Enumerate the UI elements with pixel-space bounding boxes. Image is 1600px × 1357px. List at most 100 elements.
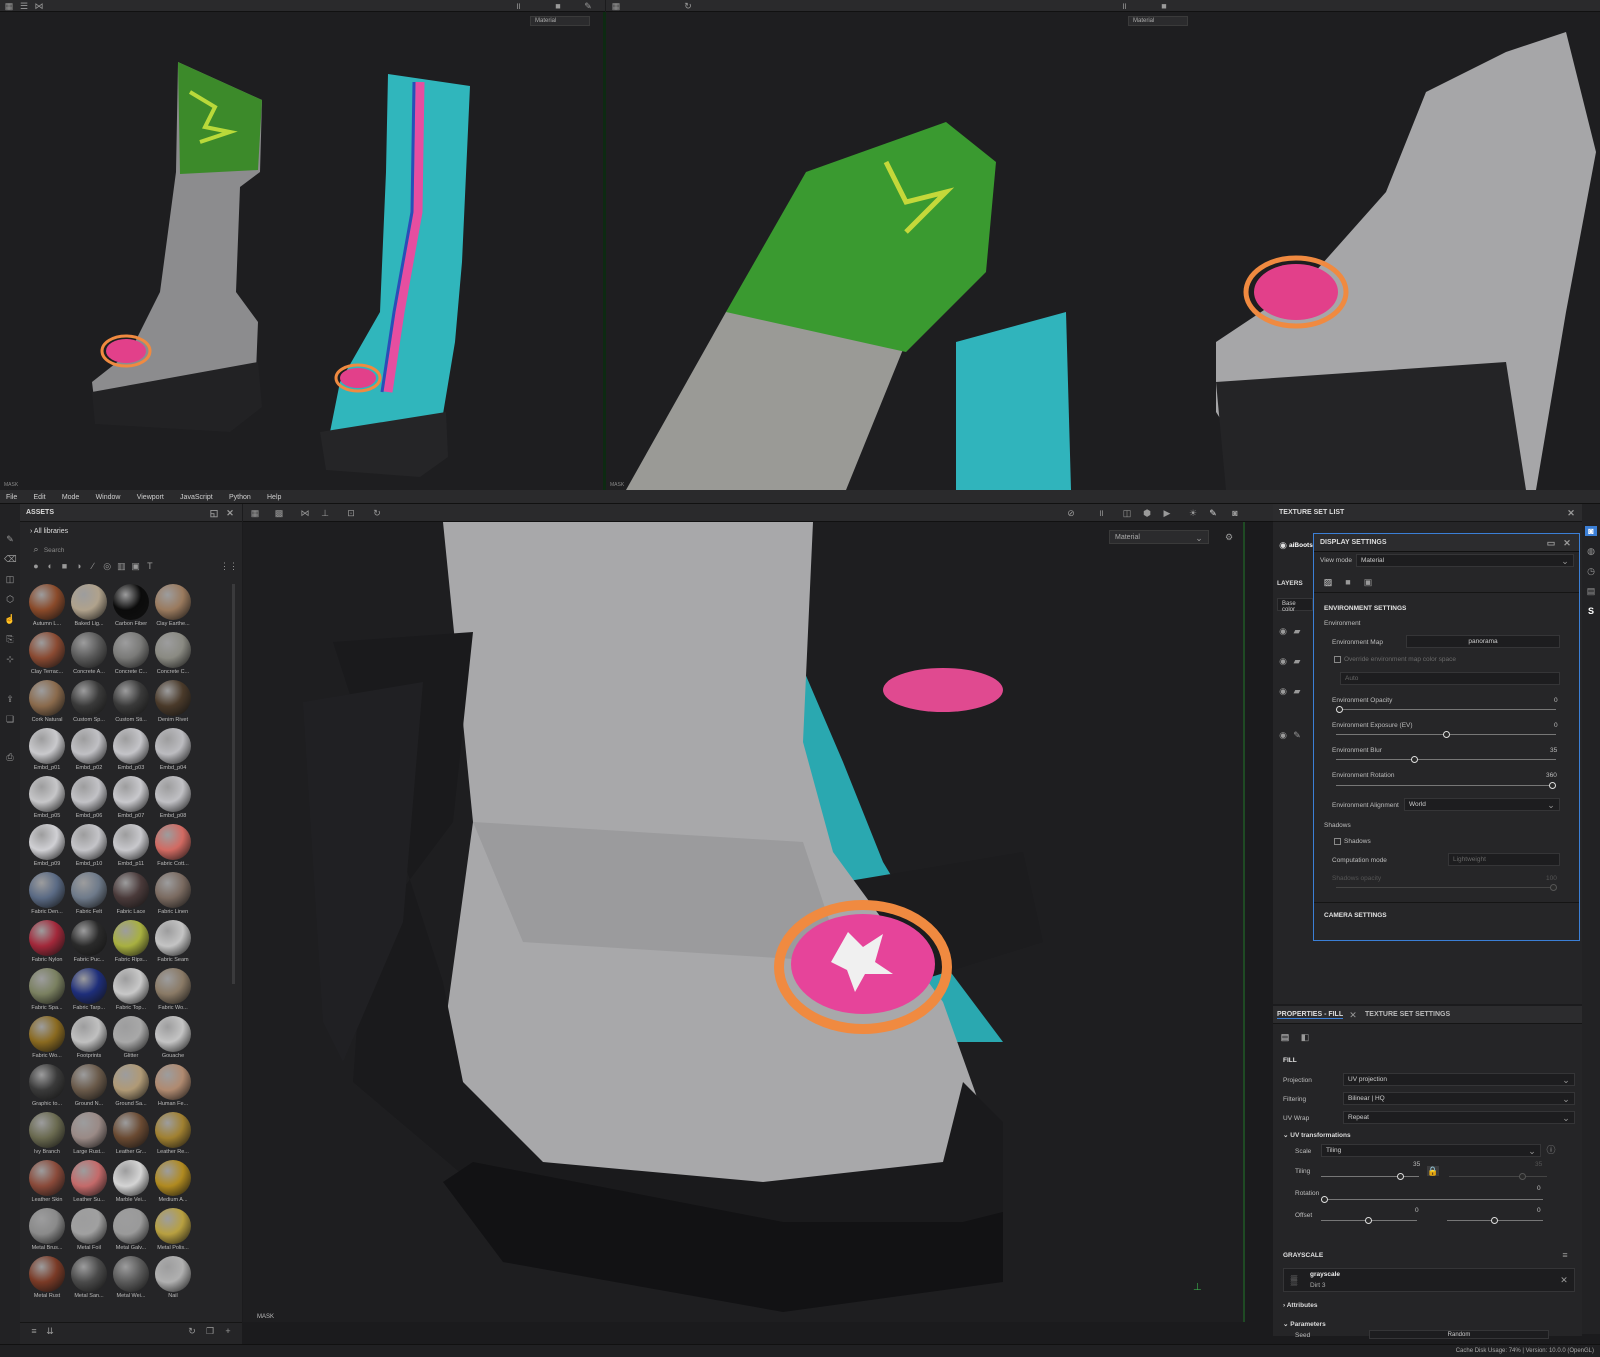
import-icon[interactable]: ⇊ — [44, 1326, 56, 1336]
menu-python[interactable]: Python — [229, 494, 251, 501]
asset-thumbnail[interactable] — [71, 1256, 107, 1292]
filtering-select[interactable]: Bilinear | HQ ⌄ — [1343, 1092, 1575, 1105]
light-icon[interactable]: ☀ — [1187, 508, 1199, 518]
symmetry-icon[interactable]: ⋈ — [33, 1, 45, 11]
brush-filter-icon[interactable]: ∕ — [87, 561, 99, 571]
picker-icon[interactable]: ⊹ — [4, 654, 16, 664]
seed-button[interactable]: Random — [1369, 1330, 1549, 1339]
asset-thumbnail[interactable] — [155, 1160, 191, 1196]
projection-icon[interactable]: ◫ — [4, 574, 16, 584]
viewport-top-right[interactable]: Material MASK — [606, 12, 1600, 490]
info-icon[interactable]: ⓘ — [1545, 1145, 1557, 1155]
asset-thumbnail[interactable] — [71, 824, 107, 860]
slider-knob[interactable] — [1321, 1196, 1328, 1203]
alpha-filter-icon[interactable]: ▥ — [115, 561, 127, 571]
asset-thumbnail[interactable] — [113, 1016, 149, 1052]
slider-knob[interactable] — [1491, 1217, 1498, 1224]
asset-thumbnail[interactable] — [71, 728, 107, 764]
clone-icon[interactable]: ⎘ — [4, 634, 16, 644]
pause-icon[interactable]: ॥ — [512, 1, 524, 11]
menu-edit[interactable]: Edit — [34, 494, 46, 501]
refresh-icon[interactable]: ↻ — [186, 1326, 198, 1336]
slider-knob[interactable] — [1549, 782, 1556, 789]
channel-select[interactable]: Base color — [1277, 598, 1313, 613]
substance-icon[interactable]: S — [1585, 606, 1597, 616]
texture-set-item[interactable]: aiBoots — [1289, 542, 1313, 549]
asset-thumbnail[interactable] — [29, 680, 65, 716]
material-filter-icon[interactable]: ● — [30, 561, 42, 571]
slider-knob[interactable] — [1442, 731, 1450, 738]
asset-thumbnail[interactable] — [113, 1160, 149, 1196]
paint-brush-icon[interactable]: ✎ — [4, 534, 16, 544]
video-camera-icon[interactable]: ▶ — [1161, 508, 1173, 518]
menu-mode[interactable]: Mode — [62, 494, 80, 501]
hide-icon[interactable]: ⊘ — [1065, 508, 1077, 518]
slider-knob[interactable] — [1550, 884, 1557, 891]
asset-thumbnail[interactable] — [155, 824, 191, 860]
override-colorspace-checkbox[interactable] — [1334, 656, 1341, 663]
asset-thumbnail[interactable] — [29, 968, 65, 1004]
maximize-icon[interactable]: ◱ — [208, 508, 220, 518]
environment-map-field[interactable]: panorama — [1406, 635, 1560, 648]
history-icon[interactable]: ↻ — [371, 508, 383, 518]
asset-thumbnail[interactable] — [155, 680, 191, 716]
center-icon[interactable]: ⊥ — [319, 508, 331, 518]
asset-thumbnail[interactable] — [113, 1256, 149, 1292]
asset-thumbnail[interactable] — [29, 1256, 65, 1292]
brush-icon[interactable]: ✎ — [1291, 730, 1303, 740]
close-icon[interactable]: ✕ — [1347, 1010, 1359, 1020]
asset-thumbnail[interactable] — [155, 1112, 191, 1148]
asset-thumbnail[interactable] — [29, 776, 65, 812]
export-icon[interactable]: ⎙ — [4, 752, 16, 762]
layer-icon[interactable]: ❏ — [4, 714, 16, 724]
asset-thumbnail[interactable] — [113, 920, 149, 956]
asset-thumbnail[interactable] — [71, 632, 107, 668]
particle-filter-icon[interactable]: ◎ — [101, 561, 113, 571]
asset-thumbnail[interactable] — [155, 968, 191, 1004]
asset-thumbnail[interactable] — [155, 1064, 191, 1100]
texture-filter-icon[interactable]: ▣ — [130, 561, 142, 571]
menu-window[interactable]: Window — [96, 494, 121, 501]
mask-mode-icon[interactable]: ◧ — [1299, 1032, 1311, 1042]
eye-icon[interactable]: ◉ — [1277, 626, 1289, 636]
rotation-slider[interactable] — [1321, 1196, 1543, 1203]
asset-thumbnail[interactable] — [71, 1016, 107, 1052]
close-icon[interactable]: ✕ — [1558, 1275, 1570, 1285]
menu-icon[interactable]: ≡ — [1559, 1250, 1571, 1260]
env-alignment-select[interactable]: World ⌄ — [1404, 798, 1560, 811]
eye-icon[interactable]: ◉ — [1277, 540, 1289, 550]
polygon-fill-icon[interactable]: ⬡ — [4, 594, 16, 604]
asset-thumbnail[interactable] — [71, 872, 107, 908]
slider-knob[interactable] — [1365, 1217, 1372, 1224]
asset-thumbnail[interactable] — [29, 1160, 65, 1196]
pause-icon[interactable]: ॥ — [1118, 1, 1130, 11]
text-filter-icon[interactable]: T — [144, 561, 156, 571]
close-icon[interactable]: ✕ — [1561, 538, 1573, 548]
computation-mode-select[interactable]: Lightweight — [1448, 853, 1560, 866]
asset-thumbnail[interactable] — [29, 1208, 65, 1244]
smudge-icon[interactable]: ☝ — [4, 614, 16, 624]
offset-slider-2[interactable] — [1447, 1217, 1543, 1224]
asset-thumbnail[interactable] — [113, 632, 149, 668]
attributes-toggle[interactable]: › Attributes — [1283, 1302, 1317, 1309]
asset-thumbnail[interactable] — [155, 1256, 191, 1292]
library-selector[interactable]: › All libraries — [30, 528, 68, 535]
asset-thumbnail[interactable] — [71, 1160, 107, 1196]
asset-thumbnail[interactable] — [29, 920, 65, 956]
frame-icon[interactable]: ⊡ — [345, 508, 357, 518]
asset-thumbnail[interactable] — [155, 728, 191, 764]
tiling-slider-2[interactable] — [1449, 1173, 1547, 1180]
env-opacity-slider[interactable] — [1336, 706, 1556, 713]
camera-icon[interactable]: ■ — [1158, 1, 1170, 11]
uv-wrap-select[interactable]: Repeat ⌄ — [1343, 1111, 1575, 1124]
filter-icon[interactable]: ◑ — [73, 561, 85, 571]
eye-icon[interactable]: ◉ — [1277, 730, 1289, 740]
folder-icon[interactable]: ▰ — [1291, 656, 1303, 666]
material-mode-icon[interactable]: ▤ — [1279, 1032, 1291, 1042]
colorspace-select[interactable]: Auto — [1340, 672, 1560, 685]
asset-thumbnail[interactable] — [113, 1112, 149, 1148]
asset-thumbnail[interactable] — [29, 1112, 65, 1148]
asset-thumbnail[interactable] — [155, 1208, 191, 1244]
eye-icon[interactable]: ◉ — [1277, 686, 1289, 696]
asset-thumbnail[interactable] — [71, 680, 107, 716]
